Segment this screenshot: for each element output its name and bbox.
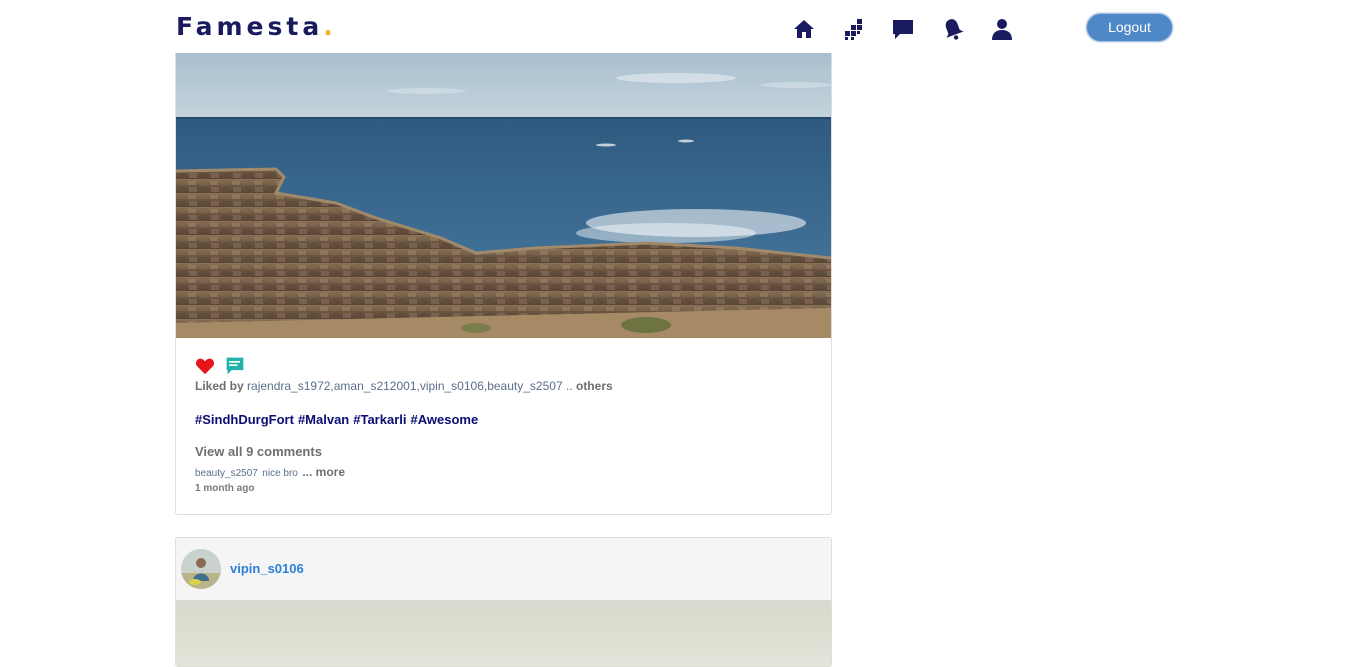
comment-more-link[interactable]: ... more [302, 465, 345, 479]
others-link[interactable]: others [576, 379, 613, 393]
post-card: vipin_s0106 [175, 537, 832, 667]
sea-fort-wall-photo [176, 53, 831, 338]
post-username[interactable]: vipin_s0106 [230, 561, 304, 576]
logout-button[interactable]: Logout [1086, 13, 1173, 42]
post-timestamp: 1 month ago [195, 483, 255, 494]
home-icon[interactable] [792, 17, 816, 41]
hashtags: #SindhDurgFort #Malvan #Tarkarli #Awesome [195, 412, 482, 427]
profile-icon[interactable] [990, 17, 1014, 41]
post-card: Liked by rajendra_s1972,aman_s212001,vip… [175, 40, 832, 515]
hashtag-link[interactable]: #Malvan [298, 412, 349, 427]
comment-text: nice bro [262, 468, 298, 479]
liked-by-line: Liked by rajendra_s1972,aman_s212001,vip… [195, 379, 613, 393]
post-photo[interactable] [176, 601, 831, 666]
explore-icon[interactable] [842, 17, 866, 41]
comment-icon[interactable] [225, 356, 245, 376]
hashtag-link[interactable]: #Awesome [411, 412, 479, 427]
likers-suffix: .. [565, 379, 573, 393]
view-all-comments-link[interactable]: View all 9 comments [195, 444, 322, 459]
notifications-icon[interactable] [941, 17, 965, 41]
like-heart-icon[interactable] [195, 357, 215, 375]
likers-list[interactable]: rajendra_s1972,aman_s212001,vipin_s0106,… [247, 379, 563, 393]
logo-text: Famesta [176, 12, 324, 41]
app-logo[interactable]: Famesta. [176, 12, 337, 41]
hashtag-link[interactable]: #SindhDurgFort [195, 412, 294, 427]
avatar[interactable] [181, 549, 221, 589]
comment-username[interactable]: beauty_s2507 [195, 468, 258, 479]
hashtag-link[interactable]: #Tarkarli [353, 412, 406, 427]
latest-comment: beauty_s2507 nice bro ... more [195, 463, 345, 481]
top-navbar: Famesta. Logout [0, 0, 1345, 53]
post-photo[interactable] [176, 53, 831, 338]
liked-by-label: Liked by [195, 379, 244, 393]
post-header: vipin_s0106 [176, 538, 831, 601]
messages-icon[interactable] [891, 17, 915, 41]
logo-dot: . [323, 12, 337, 41]
